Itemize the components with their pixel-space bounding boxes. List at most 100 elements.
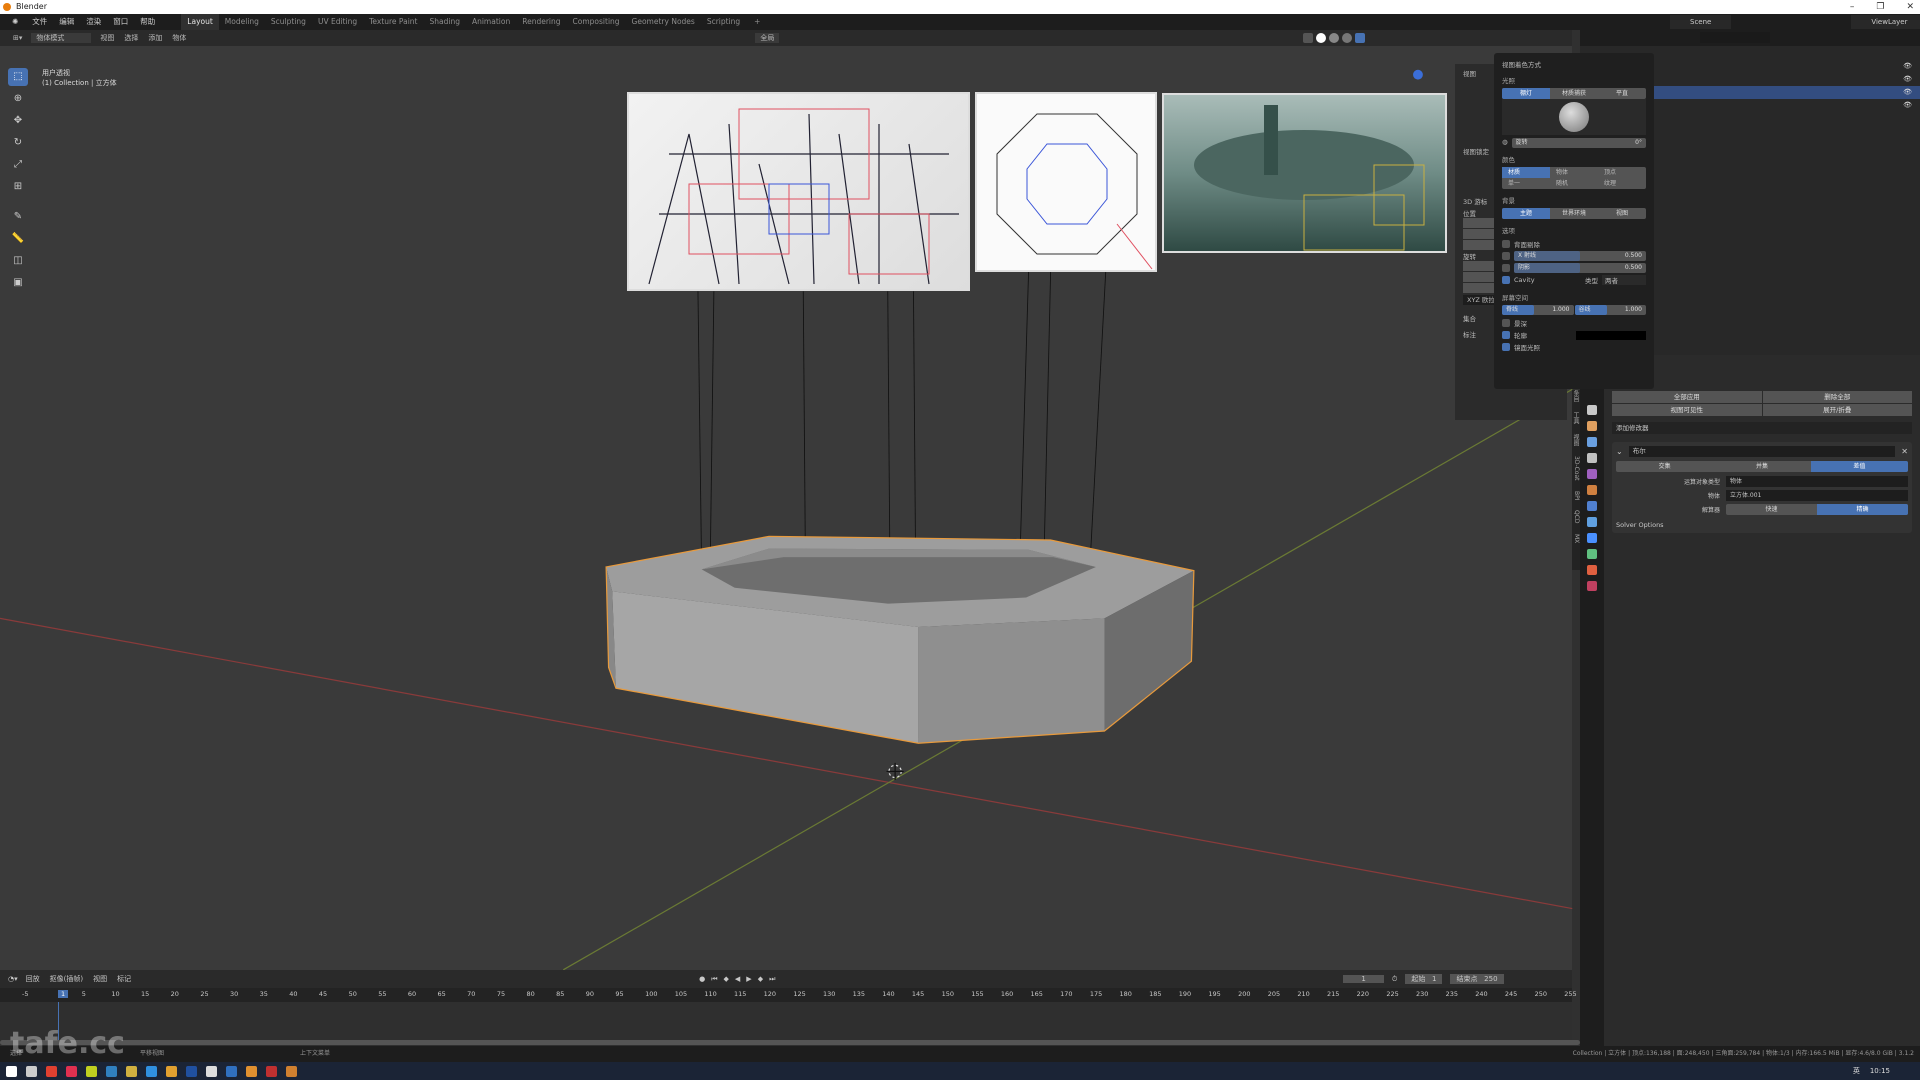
properties-tab[interactable] (1587, 485, 1597, 495)
jump-start-button[interactable]: ⏮ (711, 975, 717, 984)
properties-tab[interactable] (1587, 565, 1597, 575)
valley-slider[interactable]: 谷线 1.000 (1574, 305, 1646, 315)
taskbar-app-icon[interactable] (6, 1065, 17, 1077)
taskbar-app-icon[interactable] (26, 1065, 37, 1077)
taskbar-app-icon[interactable] (226, 1065, 237, 1077)
taskbar-app-icon[interactable] (46, 1065, 57, 1077)
properties-tab[interactable] (1587, 421, 1597, 431)
move-icon[interactable]: ✥ (8, 112, 28, 130)
operand-type-select[interactable]: 物体 (1726, 476, 1908, 487)
color-option[interactable]: 随机 (1550, 178, 1598, 189)
end-frame-field[interactable]: 结束点 250 (1450, 974, 1504, 984)
sidebar-tab[interactable]: QCD (1572, 510, 1580, 524)
scale-icon[interactable]: ⤢ (8, 156, 28, 174)
boolean-op-option[interactable]: 并集 (1713, 461, 1810, 472)
properties-tab[interactable] (1587, 501, 1597, 511)
transform-icon[interactable]: ⊞ (8, 178, 28, 196)
annotate-icon[interactable]: ✎ (8, 208, 28, 226)
add-modifier-dropdown[interactable]: 添加修改器 (1612, 422, 1912, 434)
properties-tab[interactable] (1587, 405, 1597, 415)
xray-slider[interactable]: X 射线 0.500 (1514, 251, 1646, 261)
add-cube-icon[interactable]: ◫ (8, 252, 28, 270)
stopwatch-icon[interactable]: ⏱ (1392, 975, 1397, 984)
background-option[interactable]: 主题 (1502, 208, 1550, 219)
select-box-icon[interactable]: ⬚ (8, 68, 28, 86)
ime-indicator[interactable]: 英 (1853, 1062, 1860, 1080)
reference-image-painting[interactable] (1162, 93, 1447, 253)
boolean-op-option[interactable]: 交集 (1616, 461, 1713, 472)
start-frame-field[interactable]: 起始 1 (1405, 974, 1443, 984)
timeline-scrollbar[interactable] (0, 1040, 1580, 1045)
solver-options-subpanel[interactable]: Solver Options (1616, 521, 1908, 529)
sidebar-tab[interactable]: 条目 (1572, 390, 1580, 402)
taskbar-app-icon[interactable] (146, 1065, 157, 1077)
sidebar-tab[interactable]: 工具 (1572, 412, 1580, 424)
background-option[interactable]: 世界环境 (1550, 208, 1598, 219)
taskbar-app-icon[interactable] (66, 1065, 77, 1077)
play-reverse-button[interactable]: ◀ (735, 975, 740, 984)
properties-tab[interactable] (1587, 469, 1597, 479)
delete-all-button[interactable]: 删除全部 (1762, 391, 1912, 403)
taskbar-app-icon[interactable] (206, 1065, 217, 1077)
remove-modifier-icon[interactable]: ✕ (1901, 447, 1908, 456)
viewport-visibility-button[interactable]: 视图可见性 (1612, 404, 1762, 416)
lighting-option[interactable]: 材质捕获 (1550, 88, 1598, 99)
visibility-eye-icon[interactable]: 👁 (1903, 60, 1912, 73)
taskbar-app-icon[interactable] (266, 1065, 277, 1077)
color-option[interactable]: 顶点 (1598, 167, 1646, 178)
rotate-icon[interactable]: ↻ (8, 134, 28, 152)
lighting-option[interactable]: 棚灯 (1502, 88, 1550, 99)
current-frame-field[interactable]: 1 (1343, 975, 1384, 983)
properties-tab[interactable] (1587, 437, 1597, 447)
reference-image-sketch[interactable] (627, 92, 970, 291)
visibility-eye-icon[interactable]: 👁 (1903, 86, 1912, 99)
timeline-menu[interactable]: 标记 (117, 974, 131, 984)
cursor-icon[interactable]: ⊕ (8, 90, 28, 108)
properties-tab[interactable] (1587, 533, 1597, 543)
timeline-menu[interactable]: 视图 (93, 974, 107, 984)
timeline-editor-icon[interactable]: ◔▾ (8, 975, 18, 983)
taskbar-app-icon[interactable] (186, 1065, 197, 1077)
world-icon[interactable]: ◍ (1502, 138, 1508, 148)
timeline-ruler[interactable]: -5 1 5 10 15 20 25 30 35 40 45 50 55 60 65 70 75 80 85 90 95… (0, 988, 1577, 1002)
taskbar-app-icon[interactable] (126, 1065, 137, 1077)
collapse-chevron-icon[interactable]: ⌄ (1616, 447, 1623, 456)
properties-tab[interactable] (1587, 581, 1597, 591)
object-field[interactable]: 立方体.001 (1726, 490, 1908, 501)
ridge-slider[interactable]: 脊线 1.000 (1502, 305, 1574, 315)
lighting-option[interactable]: 平直 (1598, 88, 1646, 99)
properties-tab[interactable] (1587, 549, 1597, 559)
solver-option[interactable]: 快速 (1726, 504, 1817, 515)
background-option[interactable]: 视图 (1598, 208, 1646, 219)
color-option[interactable]: 单一 (1502, 178, 1550, 189)
outline-color-swatch[interactable] (1576, 330, 1646, 340)
timeline-menu[interactable]: 抠像(插帧) (50, 974, 83, 984)
outliner-search[interactable] (1700, 32, 1770, 43)
jump-end-button[interactable]: ⏭ (769, 975, 775, 984)
sidebar-tab[interactable]: 3D-Coat (1572, 456, 1580, 481)
rotation-slider[interactable]: 旋转 0° (1511, 138, 1646, 148)
apply-all-button[interactable]: 全部应用 (1612, 391, 1762, 403)
boolean-op-option[interactable]: 差值 (1810, 461, 1908, 472)
prev-key-button[interactable]: ◆ (724, 975, 729, 984)
modifier-name-field[interactable]: 布尔 (1628, 446, 1896, 457)
taskbar-app-icon[interactable] (246, 1065, 257, 1077)
timeline-area[interactable] (0, 1002, 1572, 1044)
specular-checkbox[interactable] (1502, 343, 1510, 351)
visibility-eye-icon[interactable]: 👁 (1903, 99, 1912, 112)
cavity-type-select[interactable]: 两者 (1602, 275, 1646, 285)
next-key-button[interactable]: ◆ (758, 975, 763, 984)
dof-checkbox[interactable] (1502, 319, 1510, 327)
visibility-eye-icon[interactable]: 👁 (1903, 73, 1912, 86)
cavity-checkbox[interactable] (1502, 276, 1510, 284)
shadow-checkbox[interactable] (1502, 264, 1510, 272)
taskbar-app-icon[interactable] (286, 1065, 297, 1077)
clock[interactable]: 10:15 (1870, 1062, 1890, 1080)
viewlayer-selector[interactable]: ViewLayer (1851, 15, 1920, 29)
sidebar-tab[interactable]: BPI (1572, 491, 1580, 501)
properties-tab[interactable] (1587, 453, 1597, 463)
scene-selector[interactable]: Scene (1670, 15, 1732, 29)
expand-collapse-button[interactable]: 展开/折叠 (1762, 404, 1912, 416)
taskbar-app-icon[interactable] (106, 1065, 117, 1077)
color-option[interactable]: 纹理 (1598, 178, 1646, 189)
